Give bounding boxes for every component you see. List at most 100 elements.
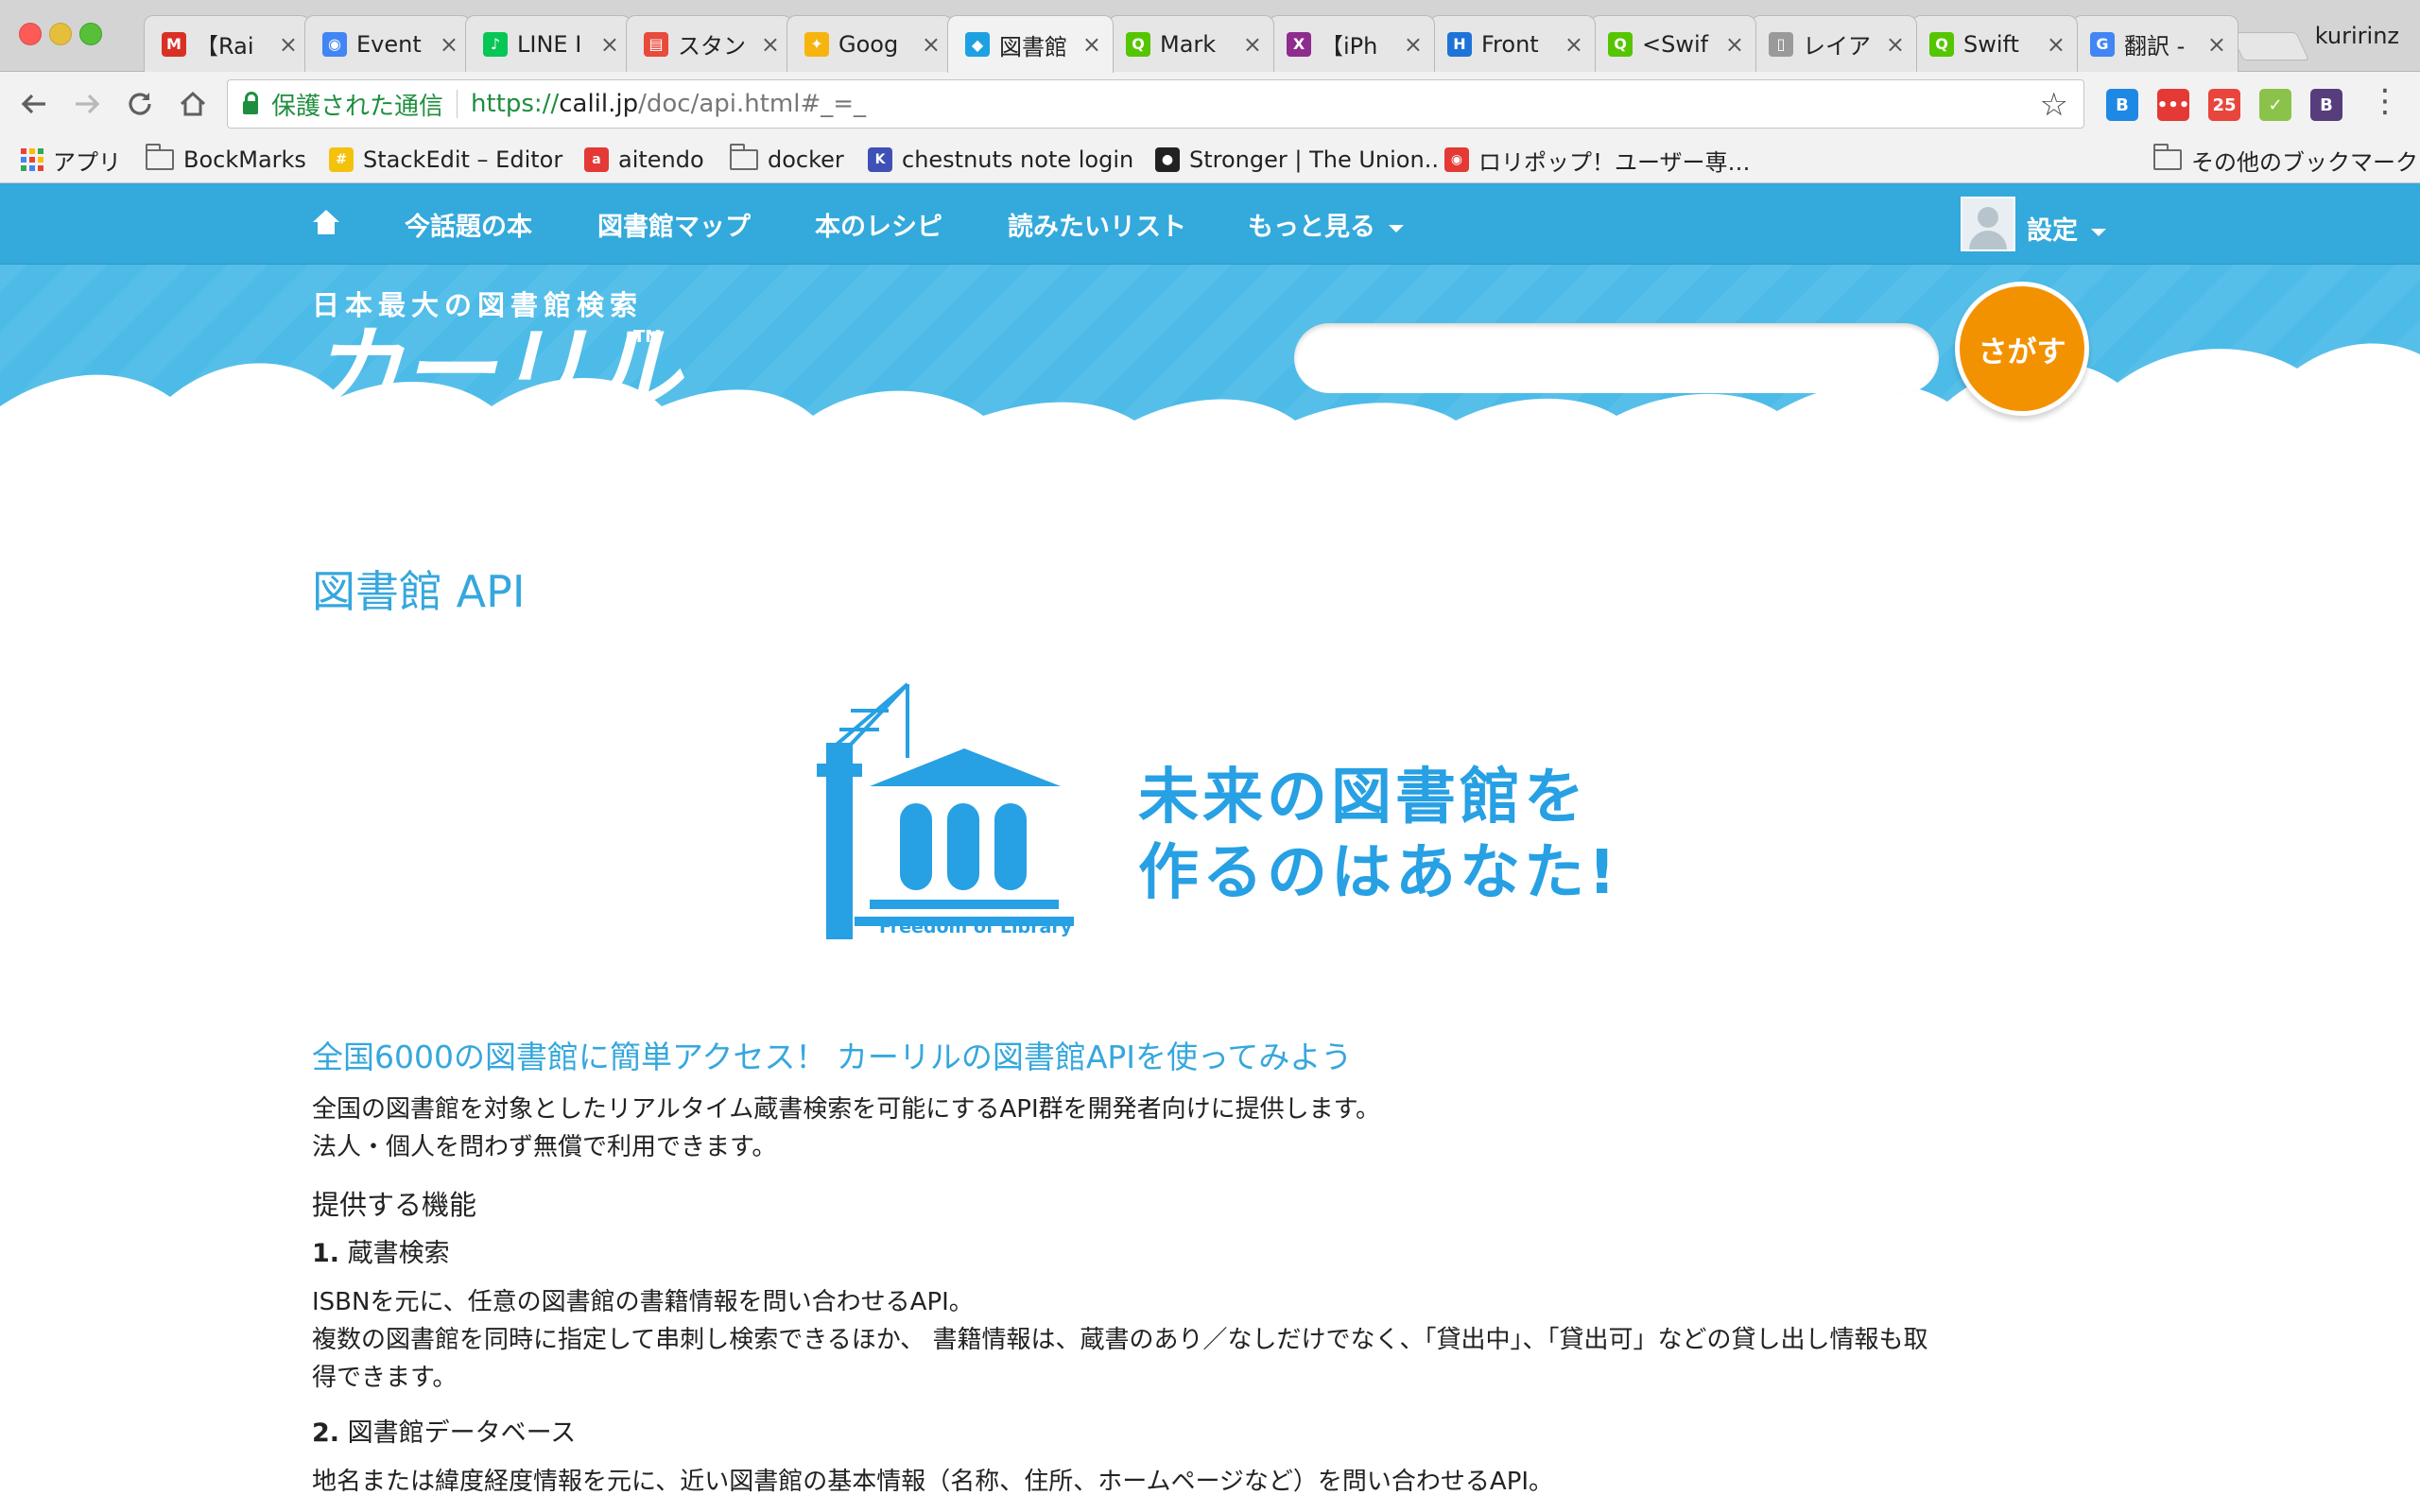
lightbulb-icon: ✦	[804, 31, 829, 57]
google-chrome-icon: ◉	[322, 31, 347, 57]
nav-more-label: もっと見る	[1248, 213, 1375, 242]
tab-close-icon[interactable]: ×	[1243, 31, 1262, 58]
bookmark-item[interactable]: BockMarks	[146, 144, 306, 176]
extension-bh-icon[interactable]: B	[2106, 89, 2138, 121]
browser-tab[interactable]: G 翻訳 - ×	[2072, 15, 2238, 72]
bookmark-item[interactable]: ◉ ロリポップ！ユーザー専…	[1444, 144, 1751, 176]
extension-calendar-icon[interactable]: 25	[2208, 89, 2240, 121]
forward-button[interactable]	[66, 83, 108, 125]
bookmark-favicon-icon: #	[329, 147, 354, 172]
home-outline-icon	[180, 91, 206, 116]
tab-close-icon[interactable]: ×	[2207, 31, 2226, 58]
browser-tab[interactable]: Q <Swif ×	[1590, 15, 1756, 72]
browser-tab[interactable]: X 【iPh ×	[1269, 15, 1435, 72]
settings-menu[interactable]: 設定	[2027, 210, 2106, 247]
nav-item-reading-list[interactable]: 読みたいリスト	[1008, 206, 1186, 243]
window-close-button[interactable]	[19, 23, 42, 45]
browser-tab[interactable]: H Front ×	[1429, 15, 1596, 72]
google-g-icon: G	[2090, 31, 2115, 57]
bookmark-item[interactable]: ● Stronger | The Union..	[1155, 144, 1439, 176]
tab-close-icon[interactable]: ×	[1082, 31, 1101, 58]
avatar[interactable]	[1961, 197, 2015, 251]
trademark-mark: TM	[633, 327, 663, 347]
tab-close-icon[interactable]: ×	[1564, 31, 1583, 58]
document-icon: ▯	[1769, 31, 1793, 57]
extension-script-icon[interactable]: ✓	[2259, 89, 2291, 121]
bookmark-star-icon[interactable]: ☆	[2040, 86, 2068, 124]
tab-close-icon[interactable]: ×	[761, 31, 780, 58]
bookmark-item[interactable]: a aitendo	[584, 144, 704, 176]
tab-title: 図書館	[999, 33, 1067, 60]
url-host: calil.jp	[559, 90, 639, 118]
tab-close-icon[interactable]: ×	[922, 31, 941, 58]
extension-bootstrap-icon[interactable]: B	[2310, 89, 2342, 121]
bookmark-label: aitendo	[618, 146, 704, 173]
feature-1-number: 1.	[312, 1239, 340, 1268]
reload-icon	[129, 93, 151, 115]
tab-title: LINE I	[517, 30, 582, 58]
bookmark-favicon-icon: K	[868, 147, 892, 172]
tab-strip: M 【Rai × ◉ Event × ♪ LINE I × ▤ スタン × ✦ Goog × ◆ 図書館 × Q Ma…	[0, 0, 2420, 73]
bookmark-label: アプリ	[53, 148, 121, 176]
tab-close-icon[interactable]: ×	[600, 31, 619, 58]
tab-close-icon[interactable]: ×	[440, 31, 458, 58]
window-zoom-button[interactable]	[79, 23, 102, 45]
bookmark-item[interactable]: # StackEdit – Editor	[329, 144, 562, 176]
banner-caption: Freedom of Library	[879, 917, 1073, 937]
browser-tab[interactable]: ♪ LINE I ×	[465, 15, 631, 72]
feature-1-title: 蔵書検索	[347, 1239, 450, 1268]
browser-tab[interactable]: ◉ Event ×	[304, 15, 471, 72]
bookmark-item[interactable]: その他のブックマーク	[2153, 144, 2418, 176]
tab-close-icon[interactable]: ×	[1886, 31, 1905, 58]
browser-menu-icon[interactable]: ⋮	[2369, 85, 2401, 117]
browser-tab[interactable]: ▯ レイア ×	[1751, 15, 1917, 72]
lead-text: 全国6000の図書館に簡単アクセス！ カーリルの図書館APIを使ってみよう	[312, 1039, 1353, 1075]
browser-tab[interactable]: ▤ スタン ×	[626, 15, 792, 72]
gmail-icon: M	[162, 31, 186, 57]
tab-title: Event	[356, 30, 422, 58]
profile-name[interactable]: kuririnz	[2315, 23, 2399, 49]
home-button[interactable]	[172, 83, 214, 125]
omnibox-separator	[457, 90, 458, 118]
back-button[interactable]	[13, 83, 55, 125]
feature-2-number: 2.	[312, 1418, 340, 1448]
new-tab-button[interactable]	[2230, 32, 2309, 60]
caret-down-icon	[2091, 228, 2106, 236]
bookmark-item[interactable]: Kchestnuts note login	[868, 144, 1133, 176]
tab-close-icon[interactable]: ×	[2047, 31, 2066, 58]
reload-button[interactable]	[119, 83, 161, 125]
browser-tab[interactable]: M 【Rai ×	[144, 15, 310, 72]
tab-close-icon[interactable]: ×	[279, 31, 298, 58]
browser-tab[interactable]: ◆ 図書館 ×	[947, 15, 1114, 73]
bookmark-item[interactable]: docker	[730, 144, 844, 176]
browser-tab[interactable]: Q Mark ×	[1108, 15, 1274, 72]
search-input[interactable]	[1294, 323, 1939, 393]
extension-dots-icon[interactable]: •••	[2157, 89, 2189, 121]
spreadsheet-icon: ▤	[644, 31, 668, 57]
address-bar[interactable]: 保護された通信 https:// calil.jp /doc/api.html#…	[227, 79, 2084, 129]
tab-close-icon[interactable]: ×	[1725, 31, 1744, 58]
site-logo[interactable]: カーリル	[308, 319, 681, 423]
tab-title: 翻訳 -	[2124, 33, 2186, 60]
qiita-icon: Q	[1126, 31, 1150, 57]
search-button[interactable]: さがす	[1955, 282, 2089, 416]
bookmark-favicon-icon: ●	[1155, 147, 1180, 172]
bookmark-item[interactable]: アプリ	[21, 144, 121, 176]
line-bell-icon: ♪	[483, 31, 508, 57]
nav-item-trending-books[interactable]: 今話題の本	[405, 206, 532, 243]
nav-item-book-recipes[interactable]: 本のレシピ	[815, 206, 942, 243]
tab-close-icon[interactable]: ×	[1404, 31, 1423, 58]
tab-title: スタン	[678, 33, 746, 60]
caret-down-icon	[1389, 224, 1404, 232]
nav-item-library-map[interactable]: 図書館マップ	[597, 206, 751, 243]
browser-tab[interactable]: Q Swift ×	[1911, 15, 2078, 72]
bookmark-label: その他のブックマーク	[2191, 148, 2418, 176]
browser-tab[interactable]: ✦ Goog ×	[786, 15, 953, 72]
intro-line-1: 全国の図書館を対象としたリアルタイム蔵書検索を可能にするAPI群を開発者向けに提…	[312, 1095, 1381, 1124]
feature-2-line-1: 地名または緯度経度情報を元に、近い図書館の基本情報（名称、住所、ホームページなど…	[312, 1468, 1554, 1496]
home-icon[interactable]	[313, 210, 339, 236]
feature-1-heading: 1. 蔵書検索	[312, 1232, 450, 1269]
bookmark-label: docker	[768, 146, 844, 173]
window-minimize-button[interactable]	[49, 23, 72, 45]
nav-item-more[interactable]: もっと見る	[1248, 206, 1404, 243]
